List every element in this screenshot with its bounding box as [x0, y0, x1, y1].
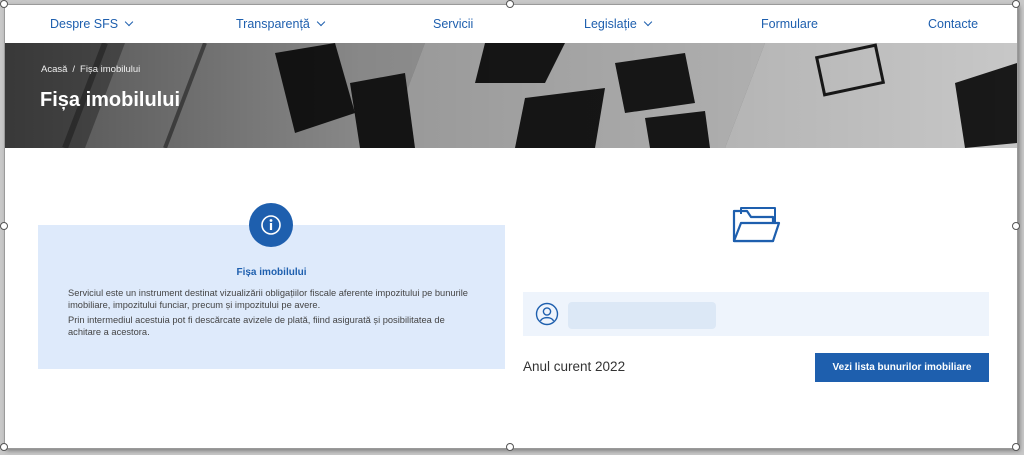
- info-card-description: Serviciul este un instrument destinat vi…: [68, 287, 478, 341]
- chevron-down-icon: [124, 17, 134, 27]
- chevron-down-icon: [643, 17, 653, 27]
- nav-label: Contacte: [928, 17, 979, 31]
- browser-window: Despre SFS Transparență Servicii Legisla…: [4, 4, 1018, 449]
- nav-despre-sfs[interactable]: Despre SFS: [50, 5, 134, 43]
- breadcrumb-separator: /: [72, 64, 76, 75]
- current-year-label: Anul curent 2022: [523, 359, 626, 374]
- info-paragraph: Serviciul este un instrument destinat vi…: [68, 288, 468, 310]
- nav-formulare[interactable]: Formulare: [761, 5, 818, 43]
- user-name-field[interactable]: [568, 302, 716, 329]
- resize-handle-top-center[interactable]: [506, 0, 514, 8]
- breadcrumb-home-link[interactable]: Acasă: [41, 64, 67, 75]
- resize-handle-middle-left[interactable]: [0, 222, 8, 230]
- view-property-list-button[interactable]: Vezi lista bunurilor imobiliare: [815, 353, 989, 382]
- resize-handle-top-right[interactable]: [1012, 0, 1020, 8]
- main-nav: Despre SFS Transparență Servicii Legisla…: [5, 5, 1017, 43]
- nav-servicii[interactable]: Servicii: [433, 5, 473, 43]
- resize-handle-bottom-left[interactable]: [0, 443, 8, 451]
- info-icon: [249, 203, 293, 247]
- resize-handle-middle-right[interactable]: [1012, 222, 1020, 230]
- chevron-down-icon: [316, 17, 326, 27]
- nav-label: Formulare: [761, 17, 818, 31]
- nav-label: Servicii: [433, 17, 474, 31]
- user-panel: [523, 292, 989, 336]
- nav-transparenta[interactable]: Transparență: [236, 5, 326, 43]
- page-title: Fișa imobilului: [40, 89, 181, 111]
- user-icon: [535, 302, 559, 331]
- info-paragraph: Prin intermediul acestuia pot fi descărc…: [68, 315, 445, 337]
- nav-contacte[interactable]: Contacte: [928, 5, 978, 43]
- nav-legislatie[interactable]: Legislație: [584, 5, 653, 43]
- info-card-title: Fișa imobilului: [236, 267, 307, 278]
- nav-label: Despre SFS: [50, 17, 119, 31]
- breadcrumb-current: Fișa imobilului: [80, 64, 141, 75]
- breadcrumb: Acasă / Fișa imobilului: [41, 64, 140, 75]
- nav-label: Transparență: [236, 17, 310, 31]
- resize-handle-top-left[interactable]: [0, 0, 8, 8]
- folder-open-icon: [731, 205, 781, 252]
- hero-banner: Acasă / Fișa imobilului Fișa imobilului: [5, 43, 1017, 148]
- nav-label: Legislație: [584, 17, 637, 31]
- resize-handle-bottom-center[interactable]: [506, 443, 514, 451]
- resize-handle-bottom-right[interactable]: [1012, 443, 1020, 451]
